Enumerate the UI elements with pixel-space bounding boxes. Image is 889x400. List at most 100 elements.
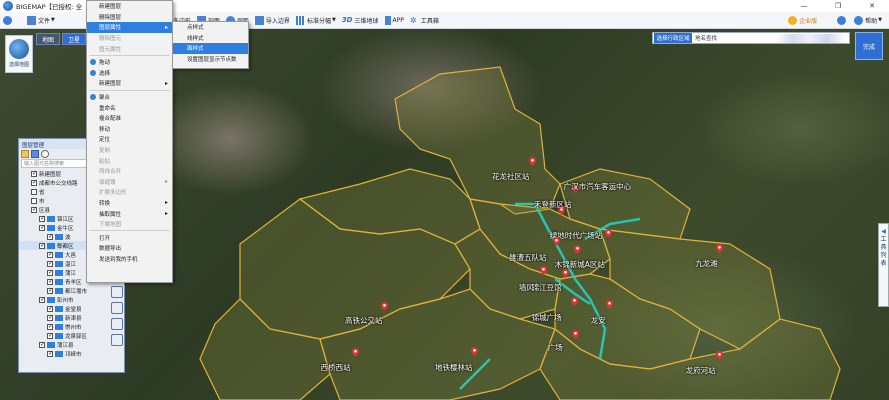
layer-checkbox[interactable] bbox=[47, 323, 53, 330]
grid-icon bbox=[295, 15, 305, 25]
import-boundary-button[interactable]: 导入边界 bbox=[252, 13, 293, 27]
menu-globe-button[interactable] bbox=[0, 13, 24, 27]
save-icon[interactable] bbox=[31, 150, 39, 158]
help-button[interactable]: 帮助 ▼ bbox=[851, 13, 885, 27]
context-menu-item[interactable]: 定位 bbox=[87, 134, 172, 145]
3d-earth-button[interactable]: 3D 三维地球 bbox=[339, 13, 382, 27]
map-pin-icon[interactable] bbox=[381, 302, 388, 311]
context-menu-item[interactable]: 新建图层 ▸ bbox=[87, 78, 172, 89]
context-menu-item[interactable]: 新建图层 bbox=[87, 1, 172, 12]
edit-tool-icon[interactable] bbox=[111, 302, 123, 314]
app-button[interactable]: APP bbox=[382, 13, 407, 27]
context-menu-label: 抽取属性 bbox=[99, 211, 122, 218]
tab-satellite[interactable]: 卫星 bbox=[62, 33, 86, 45]
submenu-item[interactable]: 设置图层显示节点数 bbox=[173, 54, 248, 65]
layer-checkbox[interactable] bbox=[39, 215, 45, 222]
layer-checkbox[interactable] bbox=[39, 242, 45, 249]
square-tool-icon[interactable] bbox=[111, 286, 123, 298]
finish-button[interactable]: 完成 bbox=[855, 32, 883, 60]
folder-icon[interactable] bbox=[21, 150, 29, 158]
menu-item-icon bbox=[90, 94, 96, 101]
context-menu-item[interactable]: 抽取属性 ▸ bbox=[87, 208, 172, 219]
submenu-item[interactable]: 线样式 bbox=[173, 33, 248, 44]
layer-checkbox[interactable] bbox=[31, 197, 37, 204]
layer-checkbox[interactable] bbox=[39, 341, 45, 348]
crown-icon bbox=[788, 15, 798, 25]
standard-grid-button[interactable]: 标准分幅 ▼ bbox=[293, 13, 339, 27]
minimize-button[interactable]: — bbox=[787, 0, 821, 12]
layer-checkbox[interactable] bbox=[31, 206, 37, 213]
layer-checkbox[interactable] bbox=[47, 350, 53, 357]
context-menu-item[interactable]: 複合配准 bbox=[87, 113, 172, 124]
context-menu-item[interactable]: 图层属性 ▸ bbox=[87, 22, 172, 33]
chevron-right-icon: ▸ bbox=[164, 199, 168, 207]
layer-checkbox[interactable] bbox=[31, 188, 37, 195]
context-menu-item[interactable]: 聚合 bbox=[87, 92, 172, 103]
map-selector[interactable]: 选择地图 bbox=[5, 35, 33, 73]
map-pin-icon[interactable] bbox=[605, 229, 612, 238]
user-button[interactable] bbox=[834, 13, 851, 27]
context-menu-item[interactable]: 转换 ▸ bbox=[87, 198, 172, 209]
toolbox-button[interactable]: ✲ 工具箱 bbox=[407, 13, 442, 27]
map-pin-icon[interactable] bbox=[606, 300, 613, 309]
context-menu-item[interactable]: 拖动 bbox=[87, 57, 172, 68]
layer-checkbox[interactable] bbox=[47, 251, 53, 258]
map-pin-icon[interactable] bbox=[352, 348, 359, 357]
context-menu-item[interactable]: 移动 bbox=[87, 124, 172, 135]
map-pin-icon[interactable] bbox=[471, 347, 478, 356]
context-menu-item[interactable]: 删除图层 bbox=[87, 12, 172, 23]
context-menu-item[interactable]: 选择 bbox=[87, 68, 172, 79]
map-pin-icon[interactable] bbox=[571, 297, 578, 306]
layer-checkbox[interactable] bbox=[31, 170, 37, 177]
map-pin-icon[interactable] bbox=[562, 269, 569, 278]
poi-label: 地铁樱林站 bbox=[435, 363, 473, 372]
search-icon[interactable] bbox=[41, 150, 49, 158]
layer-checkbox[interactable] bbox=[47, 287, 53, 294]
layer-checkbox[interactable] bbox=[47, 332, 53, 339]
layer-checkbox[interactable] bbox=[39, 296, 45, 303]
layer-checkbox[interactable] bbox=[39, 224, 45, 231]
enterprise-badge[interactable]: 企业版 bbox=[785, 13, 820, 27]
layer-checkbox[interactable] bbox=[47, 278, 53, 285]
poi-label: 广场 bbox=[547, 343, 563, 352]
maximize-button[interactable]: ❐ bbox=[821, 0, 855, 12]
context-menu-label: 删除图层 bbox=[99, 14, 122, 21]
map-pin-icon[interactable] bbox=[553, 237, 560, 246]
layer-label: 龙泉驿区 bbox=[65, 333, 88, 340]
tab-map[interactable]: 地图 bbox=[36, 33, 60, 45]
layers-tool-icon[interactable] bbox=[111, 318, 123, 330]
standard-grid-label: 标准分幅 bbox=[306, 17, 331, 25]
menu-separator bbox=[89, 230, 170, 232]
map-pin-icon[interactable] bbox=[572, 330, 579, 339]
region-select-button[interactable]: 选择行政区域 bbox=[654, 33, 692, 43]
layer-type-icon bbox=[55, 314, 63, 321]
layer-label: 市 bbox=[39, 198, 45, 205]
layer-checkbox[interactable] bbox=[47, 233, 53, 240]
chevron-down-icon: ▼ bbox=[331, 17, 336, 23]
context-menu-item[interactable]: 重命名 bbox=[87, 102, 172, 113]
user-icon bbox=[837, 15, 847, 25]
context-menu-item[interactable]: 打开 bbox=[87, 232, 172, 243]
layer-checkbox[interactable] bbox=[31, 179, 37, 186]
layer-checkbox[interactable] bbox=[47, 269, 53, 276]
place-search-input[interactable]: 地名查找 bbox=[695, 34, 717, 42]
submenu-item[interactable]: 点样式 bbox=[173, 22, 248, 33]
submenu-item[interactable]: 面样式 bbox=[173, 43, 248, 54]
map-pin-icon[interactable] bbox=[716, 351, 723, 360]
close-button[interactable]: ✕ bbox=[855, 0, 889, 12]
map-pin-icon[interactable] bbox=[716, 244, 723, 253]
layer-label: 省 bbox=[39, 189, 45, 196]
context-menu-item[interactable]: 数据导出 bbox=[87, 243, 172, 254]
tool-list-panel[interactable]: ◀ 工 具 列 表 bbox=[878, 223, 889, 307]
file-menu-button[interactable]: 文件 ▼ bbox=[24, 13, 58, 27]
context-menu-item: 下载地图 bbox=[87, 219, 172, 230]
layer-checkbox[interactable] bbox=[47, 260, 53, 267]
map-pin-icon[interactable] bbox=[540, 266, 547, 275]
context-menu-item[interactable]: 发送到我的手机 bbox=[87, 254, 172, 265]
layer-checkbox[interactable] bbox=[47, 305, 53, 312]
close-tool-icon[interactable] bbox=[111, 334, 123, 346]
map-pin-icon[interactable] bbox=[574, 245, 581, 254]
layer-checkbox[interactable] bbox=[47, 314, 53, 321]
layer-label: 锦江区 bbox=[57, 216, 74, 223]
map-pin-icon[interactable] bbox=[529, 157, 536, 166]
